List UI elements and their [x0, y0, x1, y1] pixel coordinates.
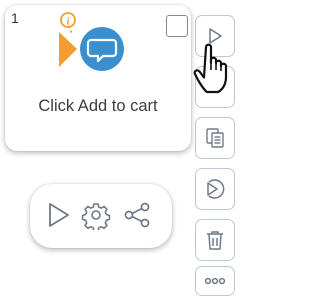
play-circle-icon	[207, 179, 225, 199]
toolbar-button[interactable]	[195, 66, 235, 108]
gear-icon[interactable]	[81, 200, 111, 230]
play-icon	[209, 28, 222, 44]
share-icon[interactable]	[122, 200, 152, 230]
speech-bubble-icon	[80, 27, 124, 71]
step-label: Click Add to cart	[38, 97, 158, 115]
more-icon	[204, 277, 226, 285]
play-icon[interactable]	[43, 200, 73, 230]
trash-icon	[207, 231, 223, 250]
toolbar-more-button[interactable]	[195, 266, 235, 296]
toolbar-delete-button[interactable]	[195, 219, 235, 261]
stage: 1 i Click Add to cart	[0, 0, 249, 300]
step-select-checkbox[interactable]	[166, 15, 188, 37]
action-pill	[30, 184, 172, 248]
step-card[interactable]: 1 i Click Add to cart	[5, 5, 191, 151]
step-icon-group: i	[59, 12, 124, 71]
toolbar-play-circle-button[interactable]	[195, 168, 235, 210]
info-icon: i	[60, 12, 76, 28]
toolbar-copy-button[interactable]	[195, 117, 235, 159]
toolbar-play-button[interactable]	[195, 15, 235, 57]
step-number: 1	[11, 10, 19, 26]
orange-pointer-icon	[59, 32, 77, 67]
copy-icon	[206, 128, 224, 148]
